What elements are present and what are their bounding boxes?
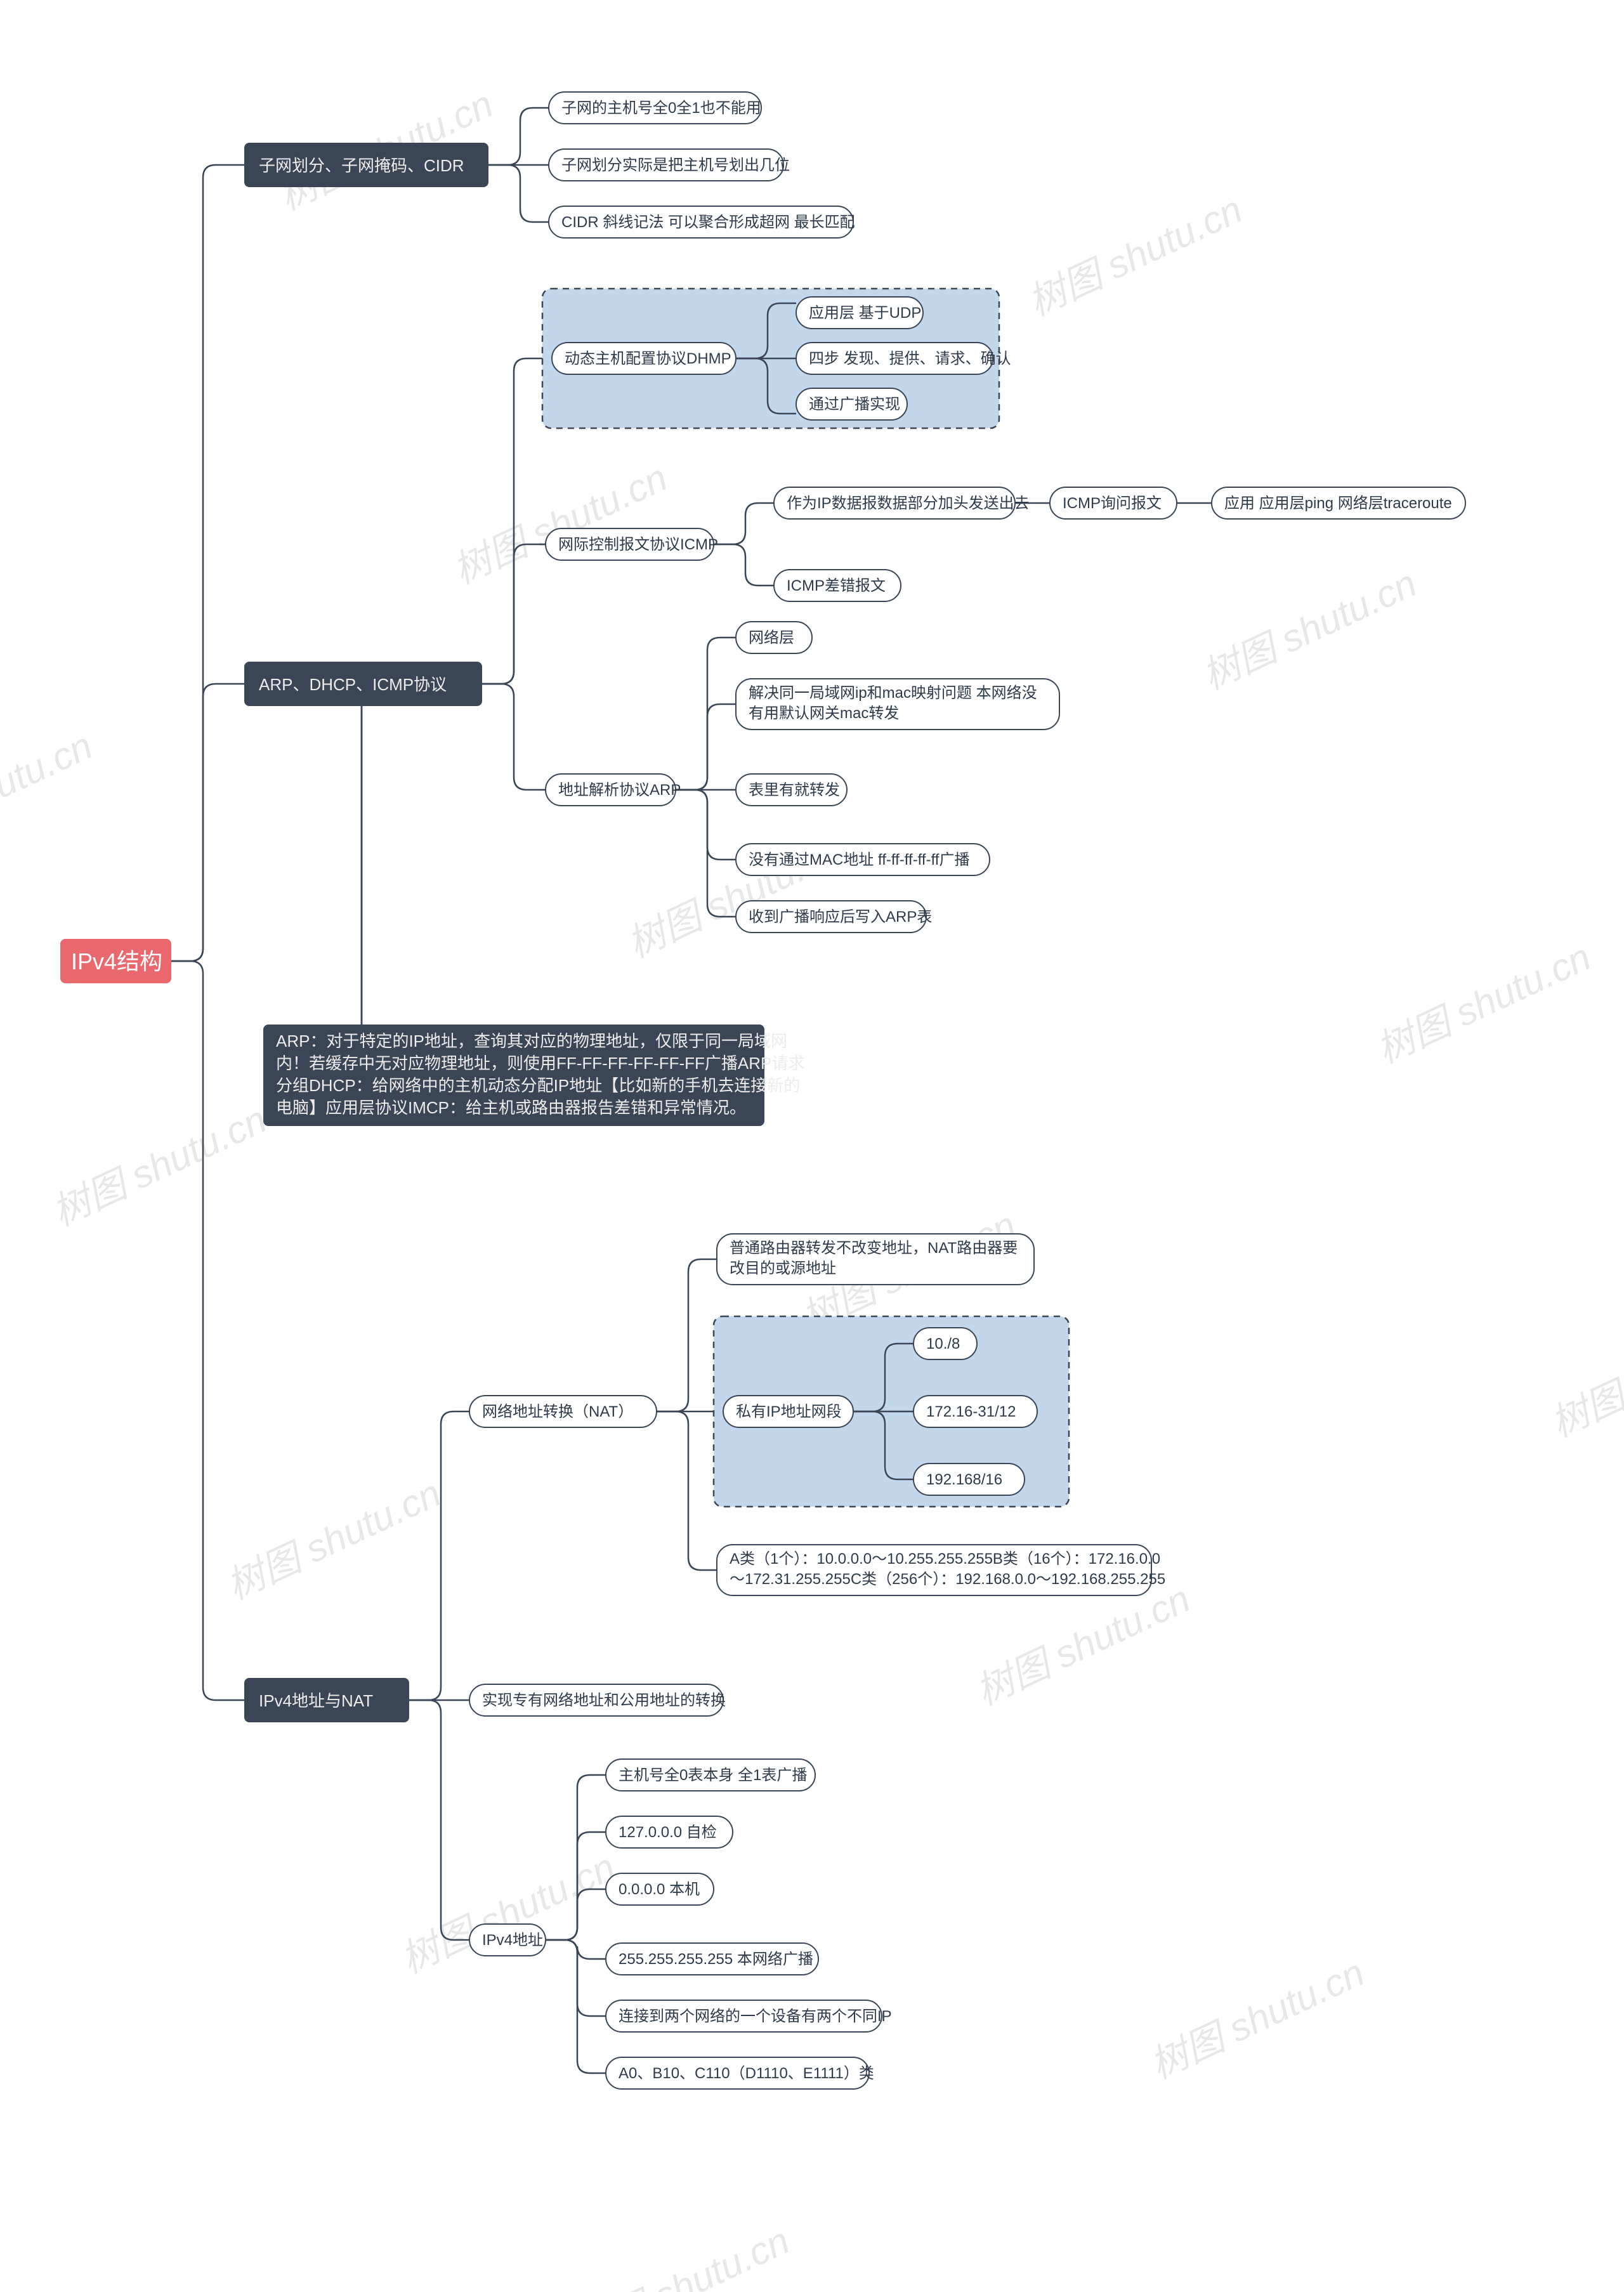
svg-text:ICMP差错报文: ICMP差错报文: [787, 577, 886, 594]
leaf-icmp-1b[interactable]: 应用 应用层ping 网络层traceroute: [1212, 487, 1465, 519]
svg-text:172.16-31/12: 172.16-31/12: [926, 1403, 1016, 1420]
watermark: 树图 shutu.cn: [447, 456, 674, 592]
leaf-ipv4-3[interactable]: 0.0.0.0 本机: [606, 1873, 714, 1905]
svg-text:内！若缓存中无对应物理地址，则使用FF-FF-FF-FF-F: 内！若缓存中无对应物理地址，则使用FF-FF-FF-FF-FF-FF广播ARP请…: [276, 1054, 804, 1073]
leaf-dhcp-2[interactable]: 四步 发现、提供、请求、确认: [796, 343, 1011, 374]
svg-text:动态主机配置协议DHMP: 动态主机配置协议DHMP: [565, 350, 731, 367]
leaf-arp-5[interactable]: 收到广播响应后写入ARP表: [736, 901, 932, 933]
leaf-arp-1[interactable]: 网络层: [736, 622, 812, 653]
leaf-subnet-1[interactable]: 子网的主机号全0全1也不能用: [549, 92, 761, 124]
leaf-ipv4-4[interactable]: 255.255.255.255 本网络广播: [606, 1943, 818, 1975]
node-icmp[interactable]: 网际控制报文协议ICMP: [546, 528, 718, 560]
svg-text:网络地址转换（NAT）: 网络地址转换（NAT）: [482, 1403, 633, 1420]
svg-text:私有IP地址网段: 私有IP地址网段: [736, 1403, 842, 1420]
node-subnet-cidr[interactable]: 子网划分、子网掩码、CIDR: [244, 143, 488, 187]
svg-text:网际控制报文协议ICMP: 网际控制报文协议ICMP: [558, 536, 718, 553]
watermark: 树图 shutu.cn: [1544, 1309, 1624, 1445]
svg-text:255.255.255.255 本网络广播: 255.255.255.255 本网络广播: [619, 1951, 813, 1968]
leaf-ipv4-1[interactable]: 主机号全0表本身 全1表广播: [606, 1759, 815, 1791]
svg-text:子网的主机号全0全1也不能用: 子网的主机号全0全1也不能用: [561, 100, 761, 117]
watermark: 树图 shutu.cn: [0, 724, 99, 860]
svg-text:ARP、DHCP、ICMP协议: ARP、DHCP、ICMP协议: [259, 675, 447, 694]
svg-text:192.168/16: 192.168/16: [926, 1471, 1002, 1488]
leaf-subnet-2[interactable]: 子网划分实际是把主机号划出几位: [549, 149, 790, 181]
node-protocols-note[interactable]: ARP：对于特定的IP地址，查询其对应的物理地址，仅限于同一局域网 内！若缓存中…: [263, 1025, 804, 1126]
svg-text:没有通过MAC地址 ff-ff-ff-ff-ff广播: 没有通过MAC地址 ff-ff-ff-ff-ff广播: [749, 851, 969, 868]
node-arp-dhcp-icmp[interactable]: ARP、DHCP、ICMP协议: [244, 662, 482, 706]
leaf-priv-3[interactable]: 192.168/16: [914, 1464, 1025, 1495]
svg-text:应用层 基于UDP: 应用层 基于UDP: [809, 305, 921, 322]
leaf-subnet-3[interactable]: CIDR 斜线记法 可以聚合形成超网 最长匹配: [549, 206, 855, 238]
leaf-arp-3[interactable]: 表里有就转发: [736, 774, 847, 806]
svg-text:有用默认网关mac转发: 有用默认网关mac转发: [749, 705, 899, 722]
svg-text:作为IP数据报数据部分加头发送出去: 作为IP数据报数据部分加头发送出去: [787, 495, 1030, 512]
svg-text:A0、B10、C110（D1110、E1111）类: A0、B10、C110（D1110、E1111）类: [619, 2065, 874, 2082]
watermark: 树图 shutu.cn: [1144, 1951, 1371, 2086]
leaf-ipv4-2[interactable]: 127.0.0.0 自检: [606, 1816, 733, 1848]
svg-text:收到广播响应后写入ARP表: 收到广播响应后写入ARP表: [749, 908, 932, 926]
leaf-arp-2[interactable]: 解决同一局域网ip和mac映射问题 本网络没有用默认网关mac转发: [736, 679, 1059, 730]
leaf-nat-3[interactable]: A类（1个）：10.0.0.0～10.255.255.255B类（16个）：17…: [717, 1545, 1165, 1595]
svg-text:IPv4地址与NAT: IPv4地址与NAT: [259, 1691, 373, 1710]
watermark: 树图 shutu.cn: [969, 1577, 1196, 1713]
svg-text:10./8: 10./8: [926, 1335, 960, 1352]
svg-text:A类（1个）：10.0.0.0～10.255.255.255: A类（1个）：10.0.0.0～10.255.255.255B类（16个）：17…: [730, 1550, 1160, 1568]
node-arp[interactable]: 地址解析协议ARP: [546, 774, 681, 806]
svg-text:地址解析协议ARP: 地址解析协议ARP: [558, 782, 681, 799]
svg-text:解决同一局域网ip和mac映射问题 本网络没: 解决同一局域网ip和mac映射问题 本网络没: [749, 684, 1037, 702]
svg-text:通过广播实现: 通过广播实现: [809, 396, 900, 413]
mindmap-canvas: 树图 shutu.cn 树图 shutu.cn 树图 shutu.cn 树图 s…: [0, 0, 1624, 2292]
node-private-ip[interactable]: 私有IP地址网段: [723, 1396, 853, 1427]
leaf-icmp-1[interactable]: 作为IP数据报数据部分加头发送出去: [774, 487, 1030, 519]
svg-text:IPv4地址: IPv4地址: [482, 1932, 543, 1949]
leaf-ipv4-6[interactable]: A0、B10、C110（D1110、E1111）类: [606, 2057, 874, 2089]
leaf-priv-1[interactable]: 10./8: [914, 1328, 977, 1359]
watermark: 树图 shutu.cn: [569, 2219, 796, 2292]
root-node[interactable]: IPv4结构: [60, 939, 171, 983]
svg-text:CIDR 斜线记法 可以聚合形成超网 最长匹配: CIDR 斜线记法 可以聚合形成超网 最长匹配: [561, 214, 855, 231]
leaf-nat-mid[interactable]: 实现专有网络地址和公用地址的转换: [469, 1684, 726, 1716]
svg-text:网络层: 网络层: [749, 629, 794, 646]
svg-text:子网划分、子网掩码、CIDR: 子网划分、子网掩码、CIDR: [259, 156, 464, 175]
node-nat[interactable]: 网络地址转换（NAT）: [469, 1396, 657, 1427]
watermark: 树图 shutu.cn: [1196, 561, 1423, 697]
watermark: 树图 shutu.cn: [46, 1098, 273, 1234]
leaf-dhcp-3[interactable]: 通过广播实现: [796, 388, 907, 420]
node-ipv4addr[interactable]: IPv4地址: [469, 1924, 546, 1956]
svg-text:～172.31.255.255C类（256个）：192.16: ～172.31.255.255C类（256个）：192.168.0.0～192.…: [730, 1571, 1165, 1588]
svg-text:主机号全0表本身 全1表广播: 主机号全0表本身 全1表广播: [619, 1767, 807, 1784]
svg-text:ARP：对于特定的IP地址，查询其对应的物理地址，仅限于同一: ARP：对于特定的IP地址，查询其对应的物理地址，仅限于同一局域网: [276, 1031, 787, 1051]
watermark: 树图 shutu.cn: [395, 1845, 622, 1981]
leaf-icmp-2[interactable]: ICMP差错报文: [774, 570, 901, 601]
watermark: 树图 shutu.cn: [1021, 188, 1248, 324]
svg-text:实现专有网络地址和公用地址的转换: 实现专有网络地址和公用地址的转换: [482, 1692, 726, 1709]
svg-text:电脑】应用层协议IMCP：给主机或路由器报告差错和异常情况。: 电脑】应用层协议IMCP：给主机或路由器报告差错和异常情况。: [276, 1098, 746, 1117]
svg-text:四步 发现、提供、请求、确认: 四步 发现、提供、请求、确认: [809, 350, 1011, 367]
svg-text:改目的或源地址: 改目的或源地址: [730, 1260, 836, 1277]
svg-text:0.0.0.0 本机: 0.0.0.0 本机: [619, 1881, 700, 1898]
watermark: 树图 shutu.cn: [220, 1472, 447, 1608]
leaf-nat-1[interactable]: 普通路由器转发不改变地址，NAT路由器要改目的或源地址: [717, 1234, 1034, 1285]
leaf-ipv4-5[interactable]: 连接到两个网络的一个设备有两个不同IP: [606, 2000, 892, 2032]
svg-text:ICMP询问报文: ICMP询问报文: [1063, 495, 1162, 512]
svg-text:分组DHCP：给网络中的主机动态分配IP地址【比如新的手机去: 分组DHCP：给网络中的主机动态分配IP地址【比如新的手机去连接新的: [276, 1076, 800, 1095]
leaf-priv-2[interactable]: 172.16-31/12: [914, 1396, 1037, 1427]
svg-text:连接到两个网络的一个设备有两个不同IP: 连接到两个网络的一个设备有两个不同IP: [619, 2008, 892, 2025]
leaf-dhcp-1[interactable]: 应用层 基于UDP: [796, 297, 923, 329]
node-ipv4-nat[interactable]: IPv4地址与NAT: [244, 1678, 409, 1722]
node-dhcp[interactable]: 动态主机配置协议DHMP: [552, 343, 736, 374]
svg-text:子网划分实际是把主机号划出几位: 子网划分实际是把主机号划出几位: [561, 157, 790, 174]
leaf-arp-4[interactable]: 没有通过MAC地址 ff-ff-ff-ff-ff广播: [736, 844, 990, 875]
root-label: IPv4结构: [71, 948, 162, 974]
svg-text:127.0.0.0 自检: 127.0.0.0 自检: [619, 1824, 717, 1841]
svg-text:普通路由器转发不改变地址，NAT路由器要: 普通路由器转发不改变地址，NAT路由器要: [730, 1240, 1018, 1257]
svg-text:表里有就转发: 表里有就转发: [749, 782, 840, 799]
leaf-icmp-1a[interactable]: ICMP询问报文: [1050, 487, 1177, 519]
watermark: 树图 shutu.cn: [1370, 935, 1597, 1071]
svg-text:应用 应用层ping 网络层traceroute: 应用 应用层ping 网络层traceroute: [1224, 495, 1452, 512]
